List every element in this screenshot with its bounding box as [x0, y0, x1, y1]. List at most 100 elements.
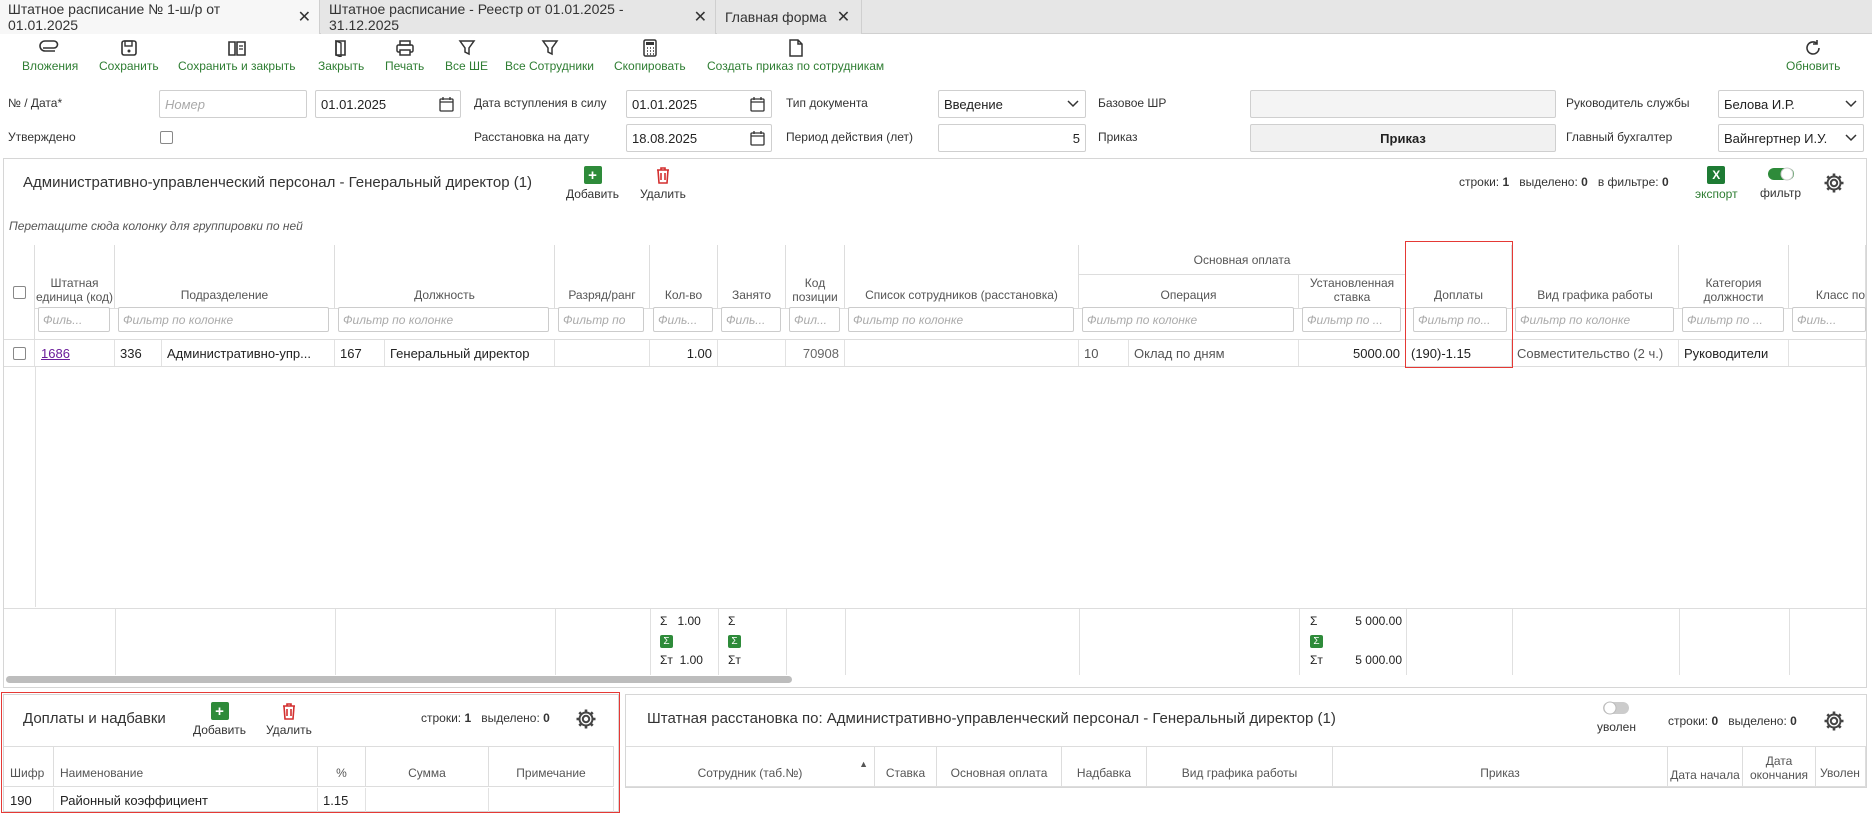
col-order[interactable]: Приказ — [1333, 747, 1668, 787]
col-unit[interactable]: Штатная единица (код) — [35, 245, 115, 309]
grid-line — [1679, 608, 1680, 675]
close-icon[interactable]: ✕ — [298, 7, 311, 27]
filter-toggle[interactable]: фильтр — [1760, 166, 1801, 200]
col-employee[interactable]: Сотрудник (таб.№) ▲ — [626, 747, 875, 787]
accountant-value: Вайнгертнер И.У. — [1724, 130, 1828, 146]
doctype-select[interactable]: Введение — [938, 90, 1086, 118]
col-category[interactable]: Категория должности — [1679, 245, 1789, 309]
approved-checkbox[interactable] — [160, 131, 173, 144]
period-input[interactable]: 5 — [938, 124, 1086, 152]
number-input[interactable]: Номер — [159, 90, 307, 118]
group-hint: Перетащите сюда колонку для группировки … — [9, 219, 303, 233]
grid-line — [718, 608, 719, 675]
filter-qty[interactable]: Филь... — [653, 307, 713, 332]
grid-line — [1789, 608, 1790, 675]
col-qty[interactable]: Кол-во — [650, 245, 718, 309]
filter-class[interactable]: Филь... — [1792, 307, 1866, 332]
filter-position[interactable]: Фильтр по колонке — [338, 307, 549, 332]
col-class[interactable]: Класс по — [1789, 245, 1866, 309]
save-label: Сохранить — [99, 59, 159, 73]
cell-occupied — [718, 340, 786, 366]
qty-sum-filter: Σ — [660, 633, 673, 648]
col-basic[interactable]: Основная оплата — [937, 747, 1062, 787]
tab-bar: Штатное расписание № 1-ш/р от 01.01.2025… — [0, 0, 1872, 34]
create-order-button[interactable]: Создать приказ по сотрудникам — [707, 39, 884, 73]
filter-rate[interactable]: Фильтр по ... — [1302, 307, 1401, 332]
occupied-sum-filter: Σ — [728, 633, 741, 648]
col-occupied[interactable]: Занято — [718, 245, 786, 309]
filter-schedule[interactable]: Фильтр по колонке — [1515, 307, 1674, 332]
head-select[interactable]: Белова И.Р. — [1718, 90, 1864, 118]
plus-icon: + — [583, 166, 602, 184]
col-bonus[interactable]: Надбавка — [1062, 747, 1147, 787]
col-start[interactable]: Дата начала — [1668, 747, 1743, 787]
filter-employees[interactable]: Фильтр по колонке — [848, 307, 1074, 332]
cell-category: Руководители — [1679, 340, 1789, 366]
effective-date-input[interactable]: 01.01.2025 — [626, 90, 772, 118]
refresh-button[interactable]: Обновить — [1786, 39, 1840, 73]
cell-pos-code: 167 — [335, 340, 385, 366]
close-icon[interactable]: ✕ — [694, 7, 707, 27]
accountant-select[interactable]: Вайнгертнер И.У. — [1718, 124, 1864, 152]
horizontal-scrollbar[interactable] — [6, 676, 792, 683]
dismissed-toggle[interactable]: уволен — [1597, 700, 1636, 734]
grid-line — [1299, 608, 1300, 675]
col-rank[interactable]: Разряд/ранг — [555, 245, 650, 309]
placement-date-input[interactable]: 18.08.2025 — [626, 124, 772, 152]
door-icon — [335, 39, 346, 57]
grid-line — [1079, 608, 1080, 675]
col-employees[interactable]: Список сотрудников (расстановка) — [845, 245, 1079, 309]
col-rate[interactable]: Установленная ставка — [1299, 275, 1406, 309]
attachments-button[interactable]: Вложения — [22, 39, 78, 73]
delete-button[interactable]: Удалить — [640, 166, 686, 201]
row-checkbox[interactable] — [12, 346, 26, 360]
unit-link[interactable]: 1686 — [35, 340, 115, 366]
print-button[interactable]: Печать — [385, 39, 424, 73]
select-all-checkbox[interactable] — [12, 285, 26, 299]
base-input[interactable] — [1250, 90, 1556, 118]
col-end[interactable]: Дата окончания — [1743, 747, 1816, 787]
order-button[interactable]: Приказ — [1250, 124, 1556, 152]
col-operation[interactable]: Операция — [1079, 275, 1299, 309]
sigma-t-label: Σт — [1310, 653, 1323, 667]
placement-title: Штатная расстановка по: Административно-… — [647, 710, 1336, 727]
doctype-label: Тип документа — [786, 96, 868, 110]
col-position[interactable]: Должность — [335, 245, 555, 309]
col-schedule[interactable]: Вид графика работы — [1512, 245, 1679, 309]
filter-dept[interactable]: Фильтр по колонке — [118, 307, 329, 332]
filter-occupied[interactable]: Филь... — [721, 307, 781, 332]
gear-icon[interactable] — [1823, 710, 1845, 732]
placement-label: Расстановка на дату — [474, 130, 590, 144]
col-dismissed[interactable]: Уволен — [1816, 747, 1866, 787]
gear-icon[interactable] — [1823, 172, 1845, 194]
filter-unit[interactable]: Филь... — [38, 307, 110, 332]
tab-main-form[interactable]: Главная форма ✕ — [717, 0, 862, 34]
all-units-button[interactable]: Все ШЕ — [445, 39, 488, 73]
col-poscode[interactable]: Код позиции — [786, 245, 845, 309]
sort-asc-icon[interactable]: ▲ — [859, 757, 868, 771]
copy-button[interactable]: Скопировать — [614, 39, 686, 73]
selected-value: 0 — [1790, 714, 1797, 728]
chevron-down-icon — [1845, 100, 1857, 108]
add-button[interactable]: + Добавить — [566, 166, 619, 201]
toggle-on-icon — [1767, 167, 1794, 181]
save-close-button[interactable]: Сохранить и закрыть — [178, 39, 295, 73]
filter-category[interactable]: Фильтр по ... — [1682, 307, 1784, 332]
col-schedule[interactable]: Вид графика работы — [1147, 747, 1333, 787]
save-button[interactable]: Сохранить — [99, 39, 159, 73]
chevron-down-icon — [1845, 134, 1857, 142]
tab-staff-schedule[interactable]: Штатное расписание № 1-ш/р от 01.01.2025… — [0, 0, 320, 34]
date-input[interactable]: 01.01.2025 — [315, 90, 461, 118]
tab-registry[interactable]: Штатное расписание - Реестр от 01.01.202… — [321, 0, 716, 34]
selected-label: выделено: — [1519, 175, 1578, 189]
filter-rank[interactable]: Фильтр по — [558, 307, 644, 332]
filter-poscode[interactable]: Фил... — [789, 307, 840, 332]
close-icon[interactable]: ✕ — [837, 7, 850, 27]
col-rate[interactable]: Ставка — [875, 747, 937, 787]
cell-position: Генеральный директор — [385, 340, 555, 366]
close-button[interactable]: Закрыть — [318, 39, 364, 73]
all-employees-button[interactable]: Все Сотрудники — [505, 39, 594, 73]
filter-operation[interactable]: Фильтр по колонке — [1082, 307, 1294, 332]
export-button[interactable]: X экспорт — [1695, 166, 1738, 201]
col-dept[interactable]: Подразделение — [115, 245, 335, 309]
